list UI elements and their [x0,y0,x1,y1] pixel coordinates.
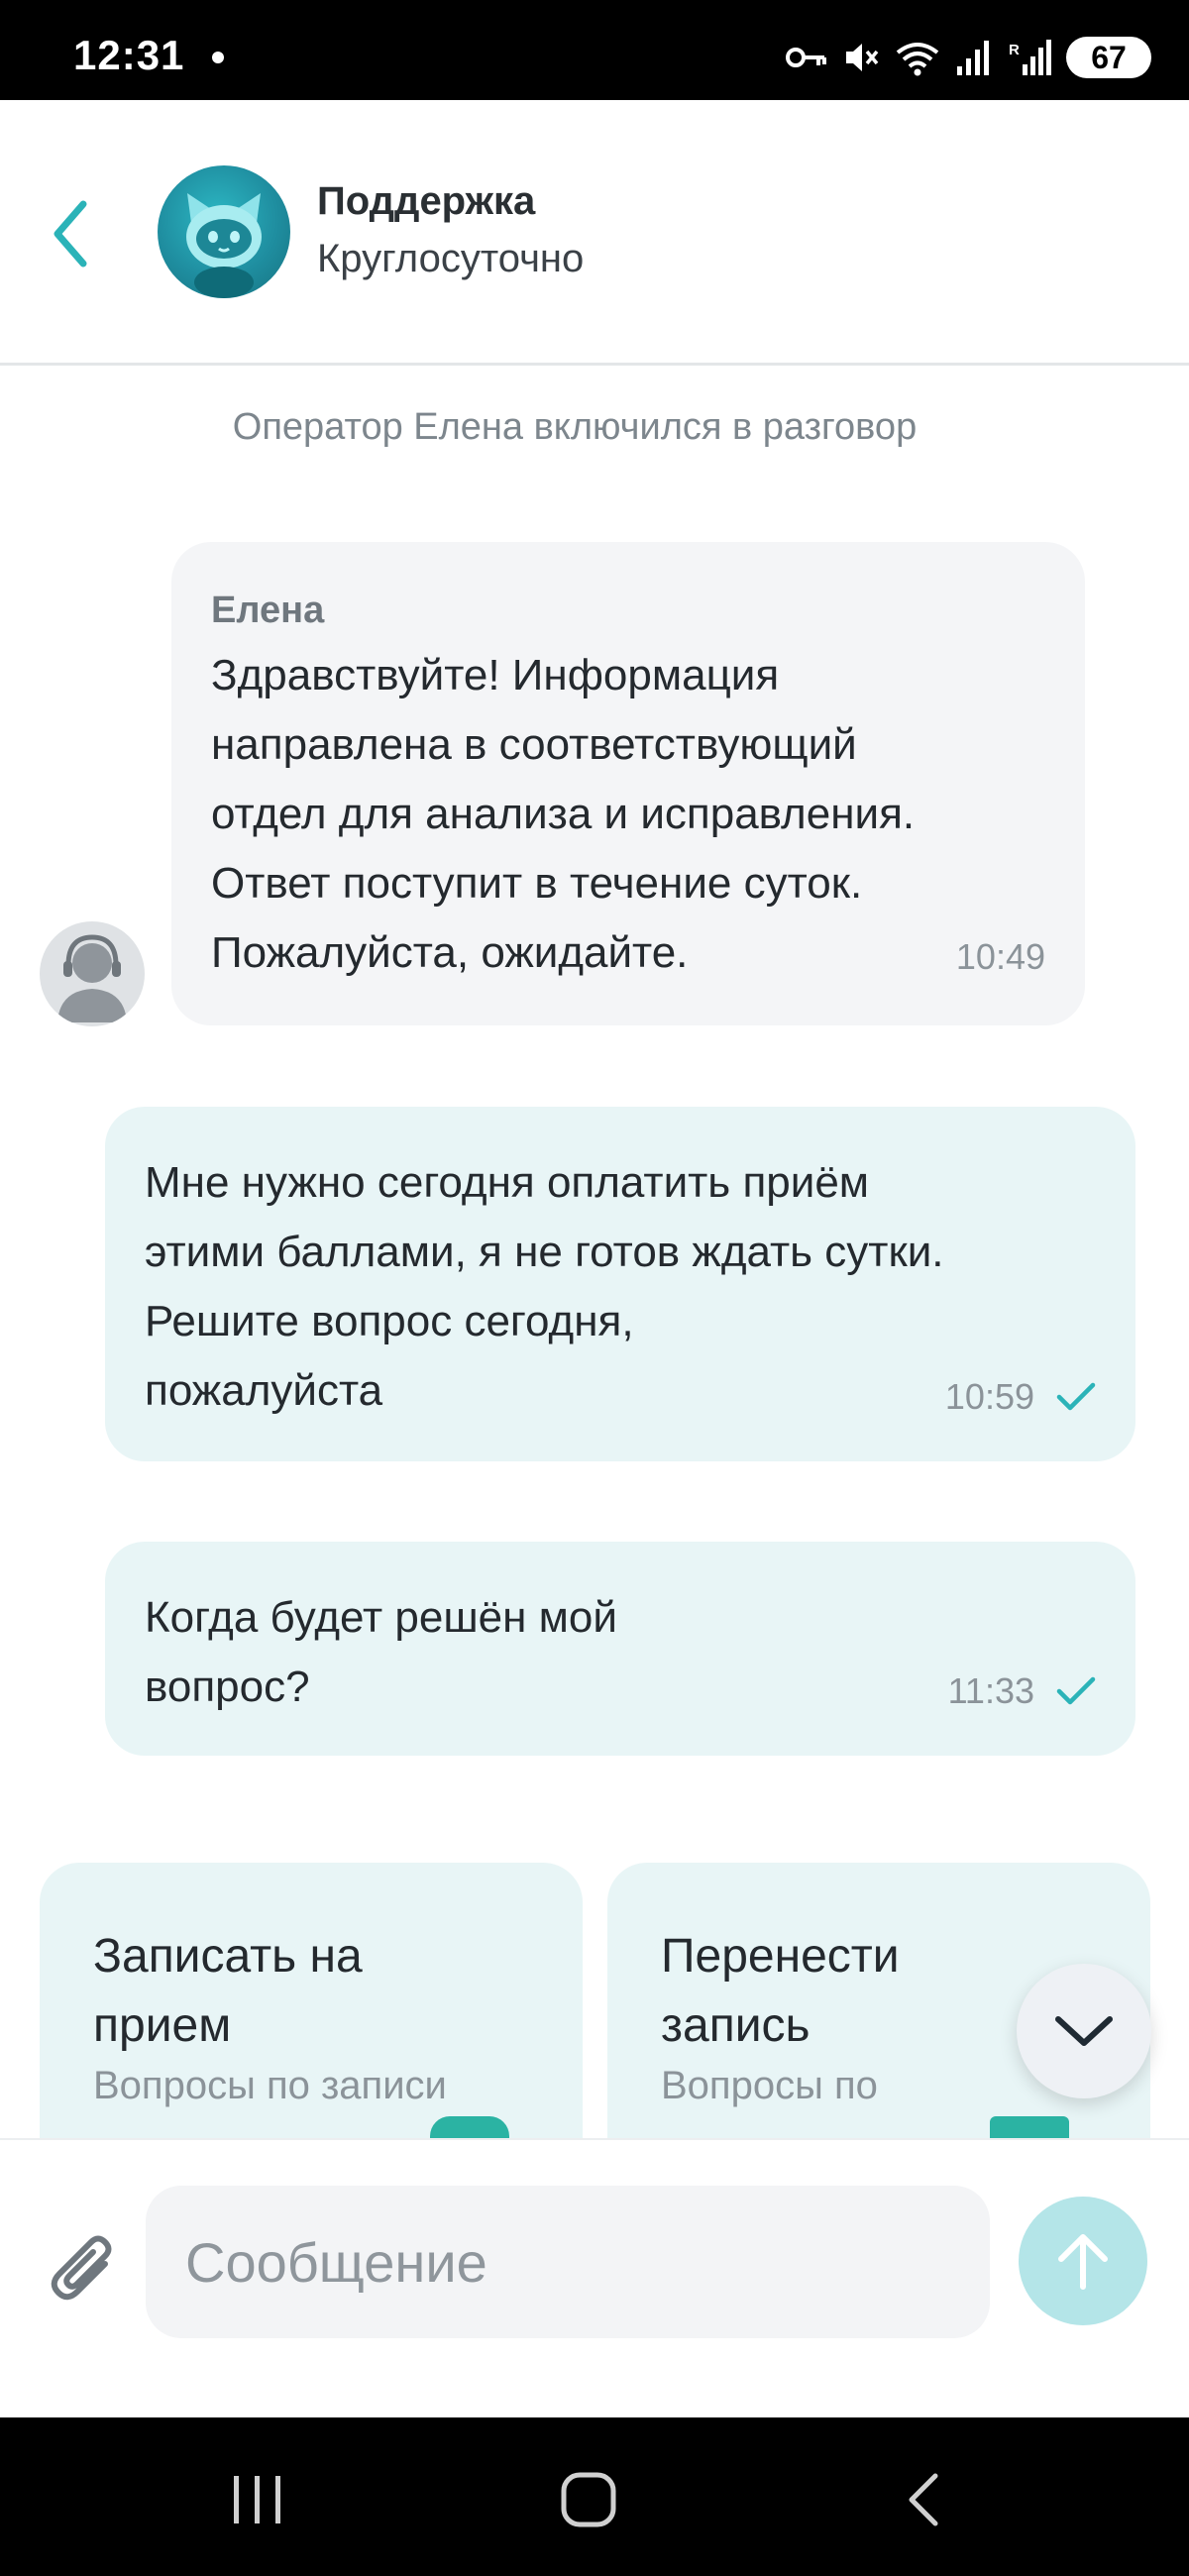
home-icon [561,2472,616,2527]
svg-text:R: R [1009,42,1020,58]
check-icon [1056,1676,1096,1705]
recent-apps-button[interactable] [198,2455,317,2544]
system-nav-bar [0,2417,1189,2576]
message-line: Ответ поступит в течение суток. [211,859,863,908]
check-icon [1056,1382,1096,1411]
message-input[interactable] [146,2186,990,2338]
scroll-to-bottom-button[interactable] [1017,1964,1151,2098]
paperclip-icon[interactable] [48,2224,121,2309]
signal-icon [957,41,989,75]
message-bubble-outgoing: Когда будет решён мой вопрос? 11:33 [105,1542,1135,1756]
message-time: 10:59 [944,1376,1034,1417]
bot-cat-avatar [158,165,290,298]
message-line: Когда будет решён мой [145,1593,617,1642]
message-line: Здравствуйте! Информация [211,651,780,699]
chat-header: Поддержка Круглосуточно [0,100,1189,366]
back-icon [909,2473,938,2526]
message-line: направлена в соответствующий [211,720,857,769]
card-illustration-icon [430,2116,509,2140]
wifi-icon [896,43,939,76]
message-meta: 11:33 [948,1670,1096,1712]
message-line: отдел для анализа и исправления. [211,790,916,838]
status-icons: R 67 [785,36,1151,79]
message-line: Решите вопрос сегодня, [145,1297,634,1345]
card-title: Записать на прием [93,1922,549,2061]
message-text: Здравствуйте! Информация направлена в со… [211,641,1063,988]
message-bubble-incoming: Елена Здравствуйте! Информация направлен… [171,542,1085,1025]
card-illustration-icon [990,2116,1069,2140]
quick-card-book-appointment[interactable]: Записать на прием Вопросы по записи и вр… [40,1863,583,2140]
card-title-line: прием [93,1999,232,2052]
chevron-left-icon[interactable] [48,196,97,271]
mute-icon [846,44,879,71]
message-time: 11:33 [947,1670,1034,1711]
message-composer [0,2138,1189,2417]
message-time: 10:49 [955,936,1045,977]
status-time: 12:31 [73,32,185,78]
chevron-down-icon [1055,2016,1113,2046]
key-icon [786,48,826,67]
message-line: Мне нужно сегодня оплатить приём [145,1158,870,1207]
message-bubble-outgoing: Мне нужно сегодня оплатить приём этими б… [105,1107,1135,1461]
system-message: Оператор Елена включился в разговор [232,406,918,448]
signal-r-icon: R [1009,40,1051,75]
card-title-line: Записать на [93,1930,363,1983]
recent-apps-icon [234,2476,280,2523]
message-line: этими баллами, я не готов ждать сутки. [145,1228,944,1276]
back-button[interactable] [864,2455,983,2544]
send-button[interactable] [1019,2197,1147,2325]
chat-subtitle: Круглосуточно [317,237,585,280]
battery-icon: 67 [1066,37,1151,78]
status-bar: 12:31 R 67 [0,0,1189,100]
operator-avatar [40,921,145,1026]
message-meta: 10:59 [945,1376,1096,1418]
home-button[interactable] [529,2455,648,2544]
card-subtitle-line: Вопросы по записи [93,2064,447,2107]
arrow-up-icon [1058,2234,1108,2290]
chat-title: Поддержка [317,179,536,223]
message-line: Пожалуйста, ожидайте. [211,928,689,977]
message-sender: Елена [211,590,325,631]
notification-dot-icon [212,52,224,63]
